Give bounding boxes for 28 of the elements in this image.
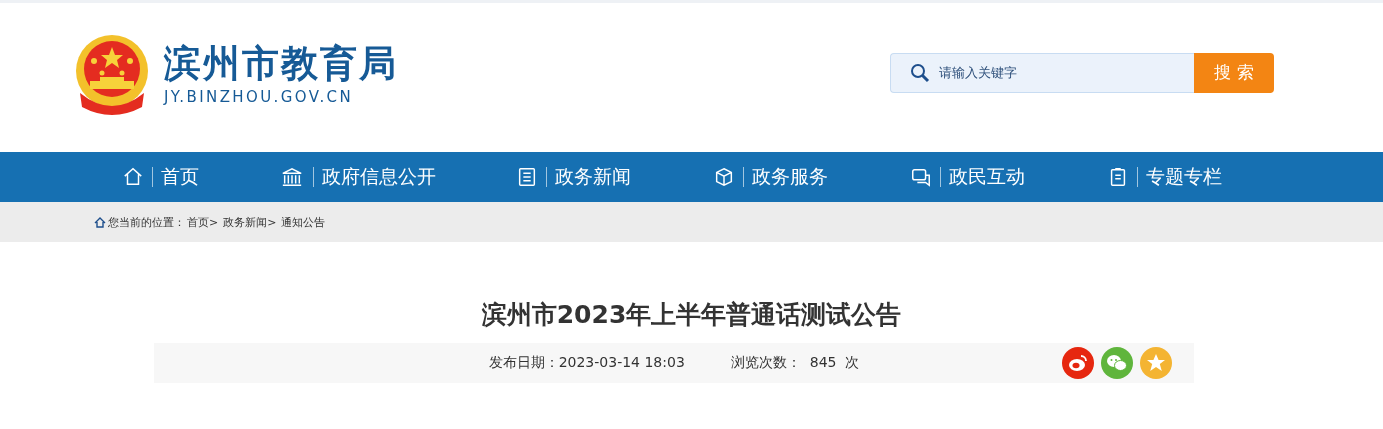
- breadcrumb-link[interactable]: 政务新闻>: [223, 214, 277, 230]
- cube-icon: [713, 166, 735, 188]
- search-field[interactable]: 请输入关键字: [890, 52, 1194, 93]
- search-icon: [910, 62, 930, 83]
- nav-link[interactable]: 政民互动: [910, 164, 1025, 190]
- share-button[interactable]: [1140, 347, 1172, 379]
- nav-link[interactable]: 政府信息公开: [279, 164, 436, 190]
- chat-icon: [910, 166, 932, 188]
- breadcrumb-link[interactable]: 首页>: [187, 214, 219, 230]
- site-domain: JY.BINZHOU.GOV.CN: [164, 87, 355, 106]
- nav-link[interactable]: 专题专栏: [1107, 164, 1222, 190]
- publish-date: 发布日期：2023-03-14 18:03: [488, 354, 685, 372]
- nav-link[interactable]: 首页: [122, 164, 199, 190]
- article-title: 滨州市2023年上半年普通话测试公告: [480, 299, 903, 331]
- home-icon: [94, 216, 106, 228]
- breadcrumb-label: 您当前的位置：: [108, 214, 185, 230]
- breadcrumb-link[interactable]: 通知公告: [281, 214, 326, 230]
- document-icon: [516, 166, 538, 188]
- home-icon: [122, 166, 144, 188]
- nav-link[interactable]: 政务服务: [713, 164, 828, 190]
- wechat-icon: [1106, 354, 1128, 372]
- view-count: 浏览次数： 845 次: [730, 354, 860, 372]
- nav-link[interactable]: 政务新闻: [516, 164, 631, 190]
- share-button[interactable]: [1101, 347, 1133, 379]
- star-icon: [1146, 353, 1166, 373]
- site-name: 滨州市教育局: [164, 41, 398, 86]
- share-button[interactable]: [1062, 347, 1094, 379]
- weibo-icon: [1068, 354, 1088, 372]
